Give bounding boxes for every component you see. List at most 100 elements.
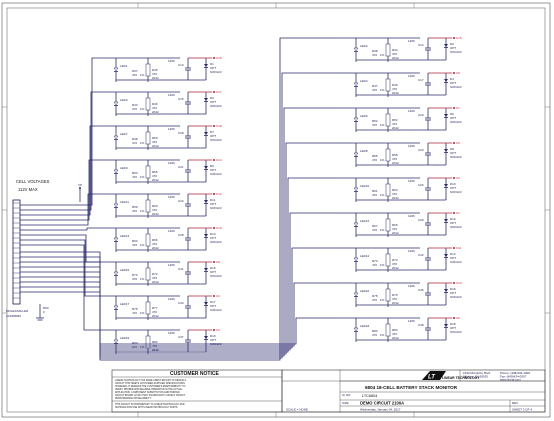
diode-pkg: SOD123 [210,342,222,346]
cap-ref: C37 [178,335,184,339]
led-ref: LED8 [360,149,368,153]
num-label: 1206 [408,214,415,218]
r1-pct: 1% [380,123,385,127]
test-point-label: C18 [216,124,222,128]
cap-ref: C28 [178,233,184,237]
test-point [453,282,455,284]
stage-led7: LED7R48470 1%R5047020121206C18 D7OPTSOD123… [96,124,222,150]
test-point [453,142,455,144]
notice-line: HOWEVER, IT REMAINS THE CUSTOMER'S RESPO… [115,385,186,388]
test-point-label: C9 [456,71,460,75]
customer-notice-body: LINEAR TECHNOLOGY HAS MADE A BEST EFFORT… [115,379,187,400]
notice-line: CIRCUIT THAT MEETS CUSTOMER-SUPPLIED SPE… [115,382,186,385]
r1-pct: 1% [140,345,145,349]
r1-pct: 1% [380,333,385,337]
diode-pkg: SOD123 [450,120,462,124]
pkg: 2012 [392,126,399,130]
stage-led10: LED10R61470 1%R6347020121206C26 D10OPTSOD1… [336,176,462,202]
diode-pkg: SOD123 [210,172,222,176]
cap-ref: C21 [178,165,184,169]
diode-pkg: SOD123 [450,85,462,89]
resistor-symbol [385,288,391,302]
left-stage-column: LED1R37470 1%R4547020121206C13 D1OPTSOD123… [96,56,222,354]
led-symbol [353,257,359,262]
num-label: 1206 [168,127,175,131]
bus-wire-right [20,247,336,349]
stage-led1: LED1R37470 1%R4547020121206C13 D1OPTSOD123… [96,56,222,82]
test-point [453,317,455,319]
num-label: 1206 [168,263,175,267]
resistor-symbol [145,301,151,315]
right-stage-column: LED2R38470 1%R4447020121206C14 D2OPTSOD123… [336,36,462,342]
stage-led18: LED18R83470 1%R8447020121206C38 D18OPTSOD1… [336,316,462,342]
led-symbol [353,222,359,227]
num-label: 1206 [408,319,415,323]
resistor-symbol [145,199,151,213]
title-block: LT LINEAR TECHNOLOGY 1630 McCarthy Blvd.… [281,369,546,413]
r1-value: 470 [372,263,377,267]
pkg: 2012 [152,212,159,216]
test-point [453,107,455,109]
stage-led12: LED12R67470 1%R6947020121206C29 D12OPTSOD1… [336,211,462,237]
stage-led3: LED3R43470 1%R4647020121206C15 D3OPTSOD123… [96,90,222,116]
r1-value: 470 [132,311,137,315]
led-symbol [113,169,119,174]
num-label: 1206 [408,179,415,183]
test-point [453,247,455,249]
resistor-symbol [145,97,151,111]
customer-notice-heading: CUSTOMER NOTICE [170,371,219,377]
scale: SCALE = NONE [286,408,308,412]
customer-notice-footer: THIS CIRCUIT IS PROPRIETARY TO LINEAR TE… [115,403,185,409]
bus-wire-left [20,239,96,297]
led-ref: LED6 [360,114,368,118]
led-ref: LED19 [120,336,130,340]
r1-pct: 1% [380,158,385,162]
r1-pct: 1% [140,107,145,111]
bus-wire-left [20,227,96,231]
test-point [453,37,455,39]
led-symbol [353,187,359,192]
notice-line: VERIFY PROPER AND RELIABLE OPERATION IN … [115,388,183,391]
cap-ref: C26 [418,183,424,187]
test-point-label: C5 [456,141,460,145]
rev-label: REV [512,401,518,405]
cap-ref: C23 [418,148,424,152]
num-label: 1206 [168,297,175,301]
diode-pkg: SOD123 [450,295,462,299]
num-label: 1206 [408,249,415,253]
r1-value: 470 [132,277,137,281]
r1-pct: 1% [140,209,145,213]
num-label: 1206 [168,93,175,97]
stage-led15: LED15R70470 1%R7247020121206C31 D15OPTSOD1… [96,260,222,286]
pkg: 2012 [392,161,399,165]
stage-led6: LED6R52470 1%R5347020121206C20 D6OPTSOD123… [336,106,462,132]
r1-pct: 1% [380,53,385,57]
led-symbol [113,237,119,242]
address-line-2: Milpitas, CA 95035 [463,375,488,379]
test-point [453,212,455,214]
resistor-symbol [145,63,151,77]
cap-ref: C35 [418,288,424,292]
num-label: 1206 [168,59,175,63]
cap-ref: C38 [418,323,424,327]
diode-pkg: SOD123 [210,274,222,278]
test-point [213,329,215,331]
test-point [453,177,455,179]
test-point-label: C15 [456,36,462,40]
resistor-symbol [385,183,391,197]
led-symbol [113,339,119,344]
led-ref: LED1 [120,64,128,68]
diode-pkg: SOD123 [450,330,462,334]
r1-pct: 1% [140,311,145,315]
bus-wire-right [20,107,336,357]
led-symbol [353,82,359,87]
cap-ref: C29 [418,218,424,222]
test-point-label: C6 [456,316,460,320]
r1-pct: 1% [380,263,385,267]
num-label: 1206 [408,39,415,43]
resistor-symbol [385,253,391,267]
circuit-name: DEMO CIRCUIT 2100A [360,401,404,406]
notice-footer-line: SUPPLIED FOR USE WITH LINEAR TECHNOLOGY … [115,406,178,409]
r1-value: 470 [132,107,137,111]
test-point-label: C2 [216,328,220,332]
